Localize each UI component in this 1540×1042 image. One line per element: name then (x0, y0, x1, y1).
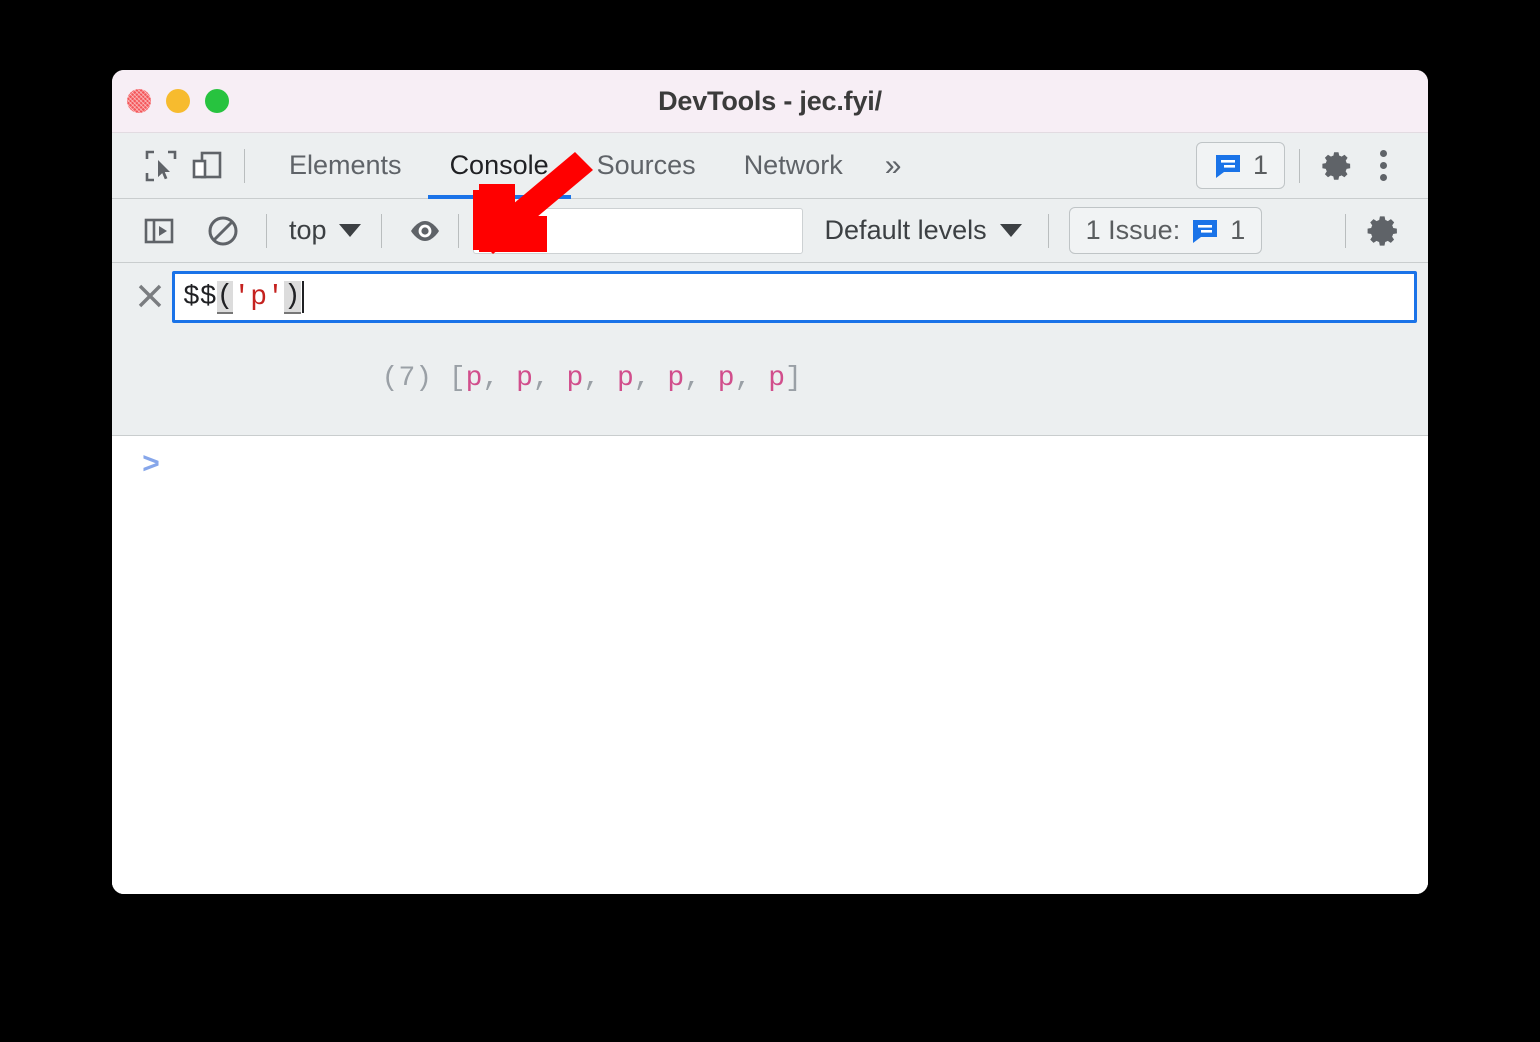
result-item[interactable]: p (667, 363, 684, 394)
result-separator: , (482, 363, 517, 394)
console-sidebar-toggle-icon[interactable] (136, 208, 182, 254)
console-code-input[interactable]: $$('p') (172, 271, 1417, 323)
issues-badge-count: 1 (1252, 150, 1268, 180)
tabbar-actions: 1 (1195, 142, 1428, 189)
result-separator: , (633, 363, 668, 394)
device-toolbar-icon[interactable] (184, 143, 230, 189)
console-result-line: (7) [p, p, p, p, p, p, p] (172, 323, 1417, 435)
result-item[interactable]: p (617, 363, 634, 394)
tab-sources-label: Sources (596, 150, 696, 180)
result-separator: , (684, 363, 718, 394)
result-item[interactable]: p (516, 363, 533, 394)
three-dots-vertical-icon[interactable] (1360, 143, 1406, 189)
prompt-chevron-icon: > (142, 449, 161, 483)
dot (1379, 150, 1387, 157)
console-toolbar-divider-5 (1345, 213, 1346, 248)
window-controls (127, 70, 229, 132)
code-token-string: 'p' (233, 281, 284, 313)
console-eval-row: $$('p') (7) [p, p, p, p, p, p, p] (112, 263, 1428, 435)
tab-elements[interactable]: Elements (265, 133, 426, 199)
tab-network[interactable]: Network (720, 133, 867, 199)
gear-icon[interactable] (1360, 208, 1406, 254)
tab-sources[interactable]: Sources (573, 133, 720, 199)
result-separator: , (532, 363, 567, 394)
window-titlebar: DevTools - jec.fyi/ (112, 70, 1428, 133)
text-cursor (301, 281, 304, 313)
close-eval-button[interactable] (128, 281, 172, 311)
chevron-down-icon (999, 224, 1022, 237)
screenshot-root: DevTools - jec.fyi/ Elements Console Sou… (0, 0, 1540, 1042)
code-token-open-paren: ( (216, 280, 234, 314)
devtools-tabbar: Elements Console Sources Network » 1 (112, 133, 1428, 199)
result-item[interactable]: p (768, 363, 785, 394)
code-token-close-paren: ) (283, 280, 301, 314)
tabbar-actions-divider (1299, 148, 1300, 183)
result-item[interactable]: p (567, 363, 584, 394)
result-open-bracket: [ (432, 363, 466, 394)
console-toolbar-divider-1 (266, 213, 267, 248)
close-icon (138, 284, 162, 308)
result-separator: , (734, 363, 769, 394)
tab-network-label: Network (743, 150, 843, 180)
execution-context-label: top (289, 215, 327, 245)
console-issues-button[interactable]: 1 Issue: 1 (1068, 207, 1263, 254)
console-toolbar-divider-4 (1047, 213, 1049, 248)
result-item[interactable]: p (718, 363, 735, 394)
tab-console[interactable]: Console (426, 133, 573, 199)
clear-console-icon[interactable] (200, 208, 246, 254)
close-window-button[interactable] (127, 89, 151, 113)
gear-icon[interactable] (1314, 143, 1360, 189)
console-issues-count: 1 (1230, 215, 1246, 245)
more-tabs-chevron-icon[interactable]: » (867, 133, 920, 199)
console-toolbar-actions (1331, 208, 1428, 254)
console-issues-label: 1 Issue: (1085, 215, 1181, 245)
console-body: $$('p') (7) [p, p, p, p, p, p, p] > (112, 263, 1428, 894)
console-toolbar: top Default levels 1 Issue: (112, 199, 1428, 263)
result-separator: , (583, 363, 617, 394)
maximize-window-button[interactable] (205, 89, 229, 113)
dot (1379, 174, 1387, 181)
issues-badge-button[interactable]: 1 (1195, 142, 1285, 189)
minimize-window-button[interactable] (166, 89, 190, 113)
console-prompt-row[interactable]: > (112, 435, 1428, 894)
panel-tabs: Elements Console Sources Network » (265, 133, 919, 199)
execution-context-dropdown[interactable]: top (281, 215, 369, 246)
console-eval-column: $$('p') (7) [p, p, p, p, p, p, p] (172, 271, 1428, 435)
tab-elements-label: Elements (289, 150, 402, 180)
tabbar-divider (244, 148, 245, 183)
log-levels-label: Default levels (824, 215, 987, 245)
filter-input[interactable] (472, 207, 803, 254)
inspect-element-icon[interactable] (138, 143, 184, 189)
result-count: (7) (381, 363, 433, 394)
issue-message-icon (1193, 219, 1218, 243)
tab-console-label: Console (449, 150, 549, 180)
log-levels-dropdown[interactable]: Default levels (825, 215, 1022, 246)
live-expression-eye-icon[interactable] (402, 208, 448, 254)
issue-message-icon (1215, 154, 1240, 178)
dot (1379, 162, 1387, 169)
console-toolbar-divider-3 (457, 213, 459, 248)
chevron-down-icon (338, 224, 361, 237)
console-toolbar-divider-2 (380, 213, 382, 248)
devtools-window: DevTools - jec.fyi/ Elements Console Sou… (112, 70, 1428, 894)
result-item[interactable]: p (466, 363, 483, 394)
window-title: DevTools - jec.fyi/ (658, 85, 882, 116)
result-close-bracket: ] (785, 363, 802, 394)
code-token-identifier: $$ (183, 281, 217, 313)
